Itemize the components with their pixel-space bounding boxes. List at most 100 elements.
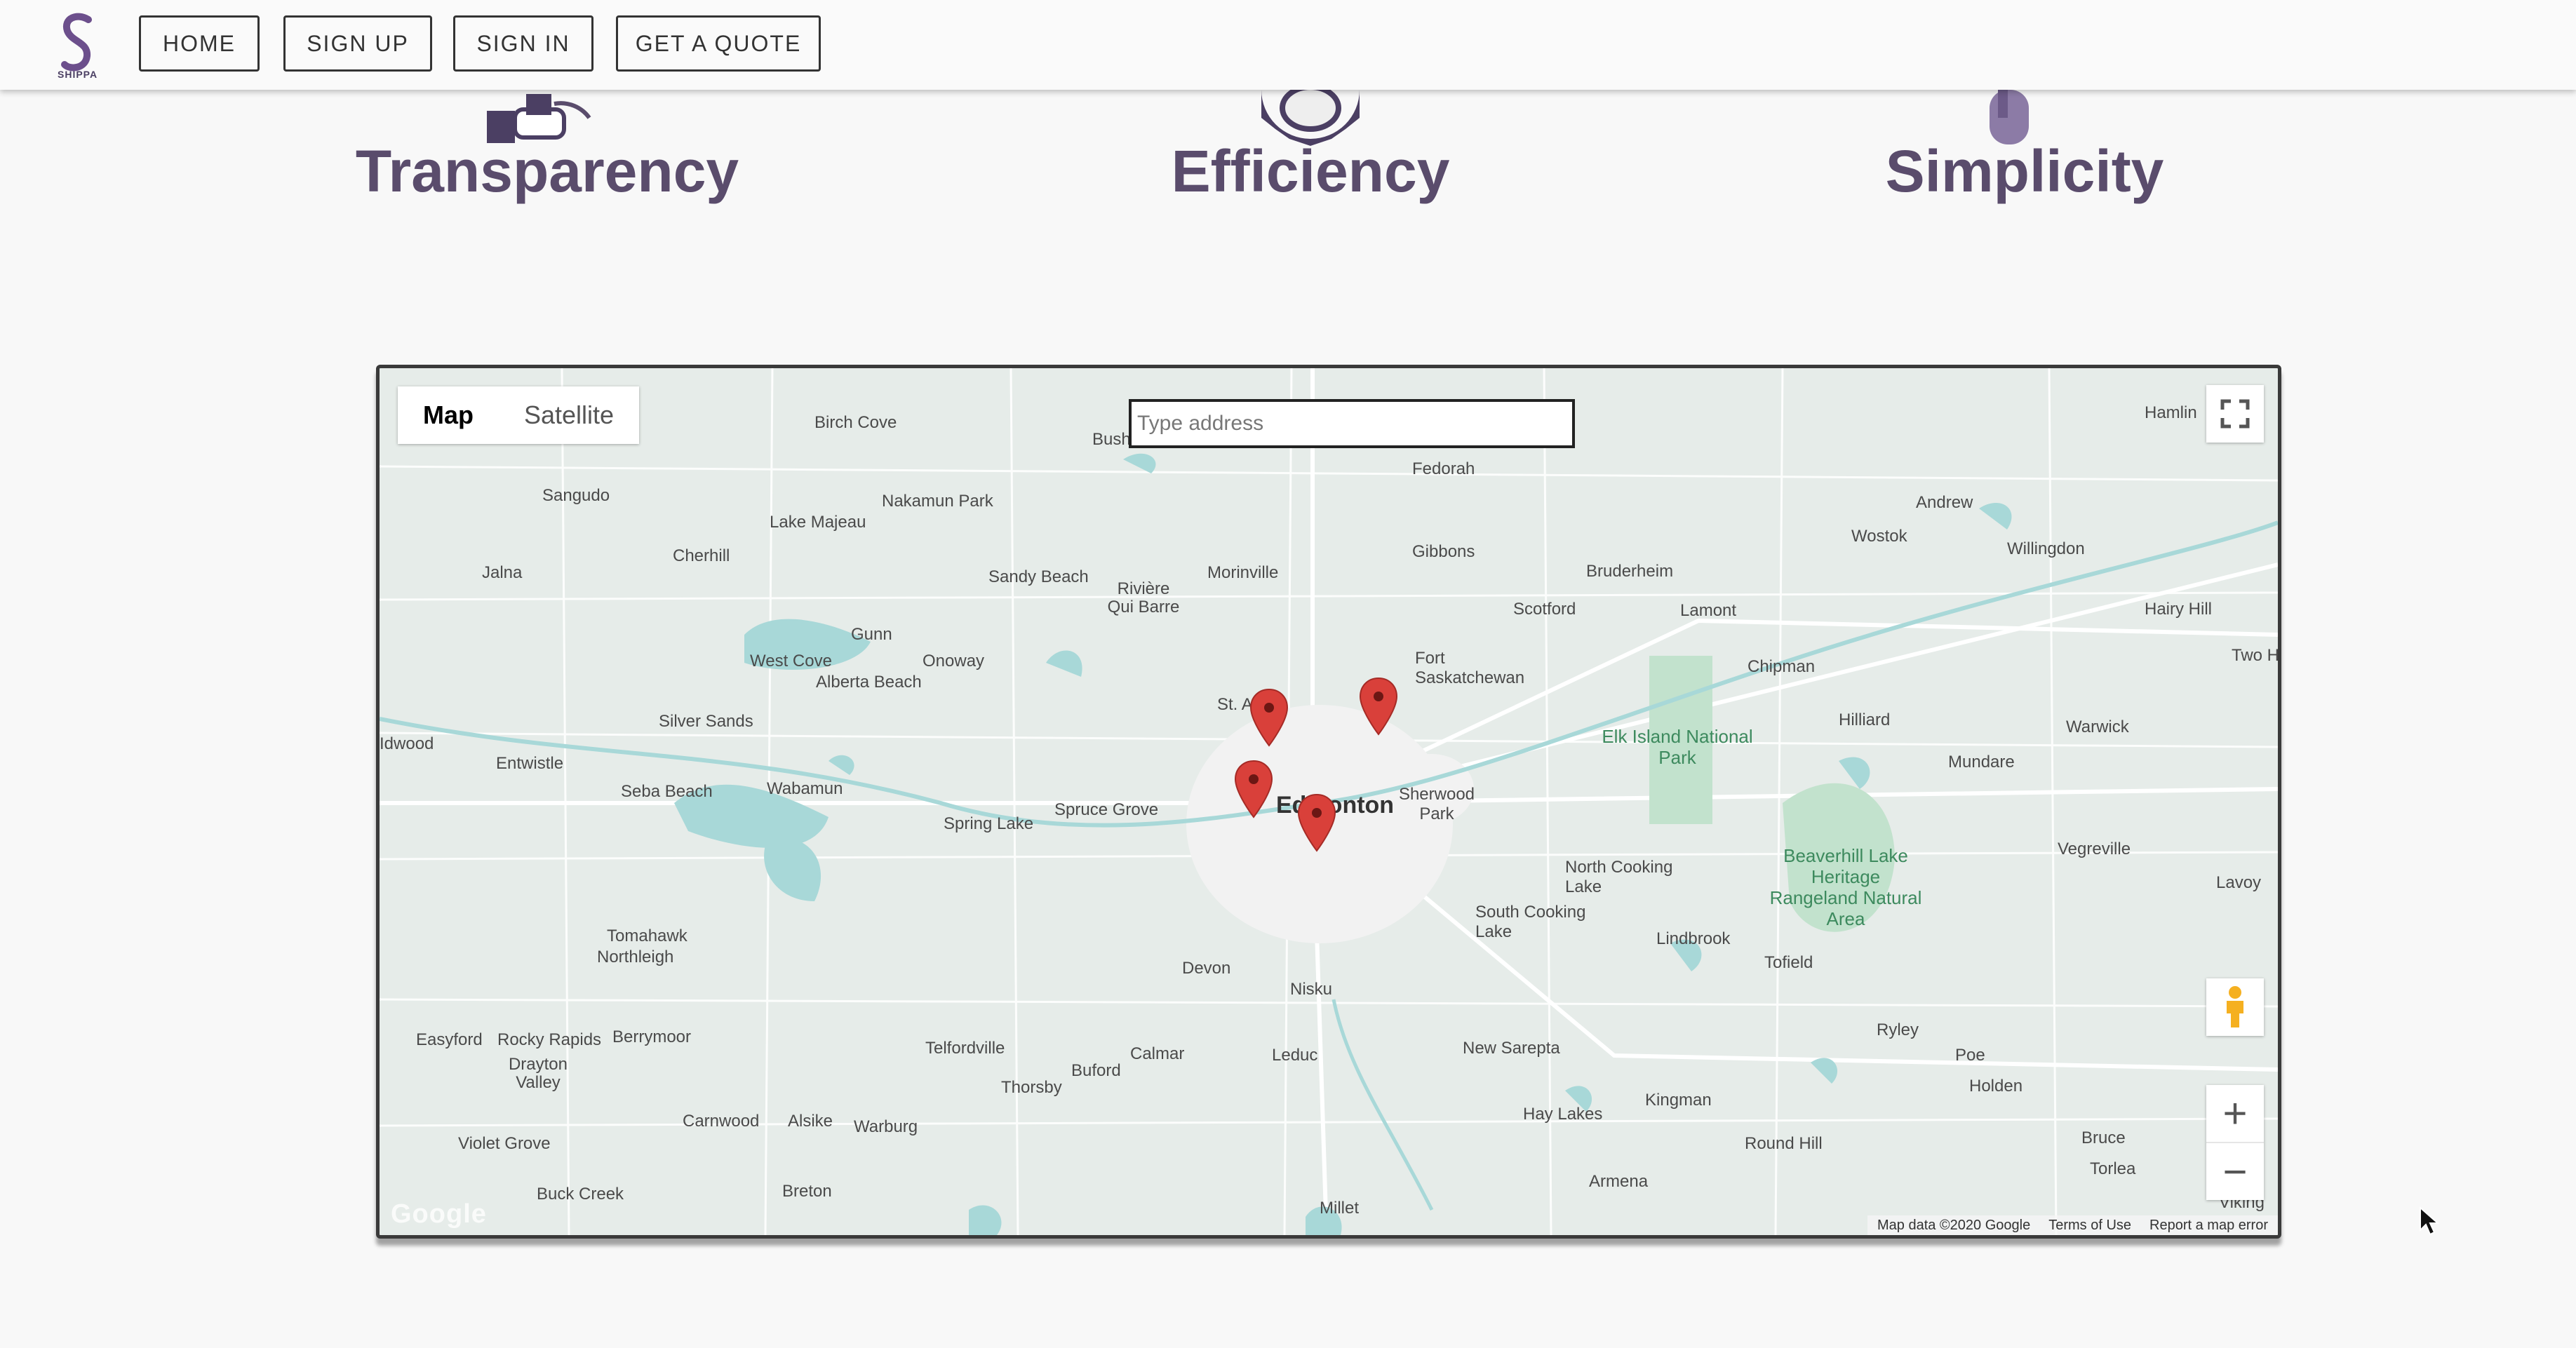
map-label-nakamun-park: Nakamun Park <box>882 492 993 511</box>
zoom-control: + − <box>2206 1085 2264 1200</box>
map-label-holden: Holden <box>1969 1077 2023 1096</box>
fullscreen-icon <box>2220 399 2250 429</box>
map-label-nisku: Nisku <box>1290 980 1333 999</box>
map-label-easyford: Easyford <box>416 1030 483 1049</box>
mouse-cursor-icon <box>2420 1206 2440 1236</box>
map-label-gibbons: Gibbons <box>1412 542 1475 561</box>
map-label-torlea: Torlea <box>2090 1159 2136 1178</box>
map-label-bruce: Bruce <box>2081 1128 2126 1147</box>
top-navbar: SHIPPA HOME SIGN UP SIGN IN GET A QUOTE <box>0 0 2576 90</box>
map-label-spruce-grove: Spruce Grove <box>1054 800 1159 819</box>
map-label-poe: Poe <box>1955 1046 1985 1065</box>
map-label-lamont: Lamont <box>1680 601 1737 620</box>
map-type-satellite-button[interactable]: Satellite <box>499 386 639 444</box>
map-label-elk-island: Elk Island National Park <box>1602 726 1753 768</box>
map-label-spring-lake: Spring Lake <box>944 814 1034 833</box>
map-label-seba-beach: Seba Beach <box>621 782 713 801</box>
sign-up-button[interactable]: SIGN UP <box>283 15 432 72</box>
map-label-morinville: Morinville <box>1207 563 1279 582</box>
feature-title-transparency: Transparency <box>355 138 739 204</box>
map-label-willingdon: Willingdon <box>2007 539 2085 558</box>
terms-of-use-link[interactable]: Terms of Use <box>2048 1218 2131 1234</box>
map-label-buck-creek: Buck Creek <box>537 1185 624 1204</box>
map-label-millet: Millet <box>1320 1199 1360 1218</box>
logo-text: SHIPPA <box>58 69 98 80</box>
map-label-tomahawk: Tomahawk <box>607 926 687 945</box>
map-label-wabamun: Wabamun <box>767 779 843 798</box>
map-type-map-button[interactable]: Map <box>398 386 499 444</box>
map-marker-icon[interactable] <box>1234 760 1273 818</box>
map-label-warburg: Warburg <box>854 1117 918 1136</box>
map-label-two-hills: Two Hills <box>2232 646 2280 665</box>
map-footer: Map data ©2020 Google Terms of Use Repor… <box>1867 1215 2278 1235</box>
map-label-kingman: Kingman <box>1645 1091 1712 1110</box>
map-label-thorsby: Thorsby <box>1001 1078 1062 1097</box>
map-label-west-cove: West Cove <box>750 652 832 670</box>
get-a-quote-button[interactable]: GET A QUOTE <box>616 15 821 72</box>
map-label-leduc: Leduc <box>1272 1046 1318 1065</box>
map-label-onoway: Onoway <box>923 652 985 670</box>
map-label-hilliard: Hilliard <box>1839 710 1891 729</box>
map-label-silver-sands: Silver Sands <box>659 712 753 731</box>
map-label-chipman: Chipman <box>1747 657 1816 676</box>
map-label-lake-majeau: Lake Majeau <box>770 513 866 532</box>
map-label-sandy-beach: Sandy Beach <box>988 567 1089 586</box>
map-label-new-sarepta: New Sarepta <box>1463 1039 1560 1058</box>
home-button[interactable]: HOME <box>139 15 260 72</box>
map-label-scotford: Scotford <box>1513 600 1576 619</box>
sign-in-button[interactable]: SIGN IN <box>453 15 593 72</box>
map-label-calmar: Calmar <box>1130 1044 1185 1063</box>
zoom-out-button[interactable]: − <box>2206 1143 2264 1200</box>
map-label-wostok: Wostok <box>1851 527 1907 546</box>
map-label-entwistle: Entwistle <box>496 754 564 773</box>
map-label-devon: Devon <box>1182 959 1231 978</box>
zoom-in-button[interactable]: + <box>2206 1085 2264 1143</box>
map-marker-icon[interactable] <box>1249 688 1289 747</box>
map-label-birch-cove: Birch Cove <box>814 413 897 432</box>
map-label-sherwood-park: Sherwood Park <box>1398 785 1475 823</box>
map-label-ryley: Ryley <box>1877 1020 1919 1039</box>
address-search-input[interactable] <box>1129 399 1575 448</box>
map-data-attribution: Map data ©2020 Google <box>1877 1217 2031 1233</box>
map-label-lavoy: Lavoy <box>2216 873 2262 892</box>
map-label-drayton-valley: Drayton Valley <box>508 1055 568 1092</box>
fullscreen-button[interactable] <box>2206 385 2264 443</box>
pegman-icon <box>2227 986 2243 1027</box>
map-label-busby: Bush <box>1092 430 1131 449</box>
map-label-armena: Armena <box>1589 1172 1649 1191</box>
map-label-bruderheim: Bruderheim <box>1586 562 1674 581</box>
map-label-vegreville: Vegreville <box>2058 840 2131 858</box>
map-label-jalna: Jalna <box>482 563 523 582</box>
map-label-rocky-rapids: Rocky Rapids <box>497 1030 602 1049</box>
map-label-beaverhill: Beaverhill Lake Heritage Rangeland Natur… <box>1769 845 1922 929</box>
report-map-error-link[interactable]: Report a map error <box>2149 1218 2268 1234</box>
map-label-buford: Buford <box>1071 1061 1121 1080</box>
map-label-violet-grove: Violet Grove <box>458 1134 551 1153</box>
map-label-mundare: Mundare <box>1948 753 2015 771</box>
feature-title-simplicity: Simplicity <box>1885 138 2164 204</box>
google-logo: Google <box>391 1199 487 1229</box>
map-label-carnwood: Carnwood <box>683 1112 760 1131</box>
map-label-alberta-beach: Alberta Beach <box>816 673 922 692</box>
street-view-pegman[interactable] <box>2206 978 2264 1036</box>
map-label-sangudo: Sangudo <box>542 486 610 505</box>
map-label-breton: Breton <box>782 1182 832 1201</box>
map-label-fedorah: Fedorah <box>1412 459 1475 478</box>
feature-title-efficiency: Efficiency <box>1171 138 1450 204</box>
map-label-berrymoor: Berrymoor <box>612 1027 692 1046</box>
map-label-alsike: Alsike <box>788 1112 833 1131</box>
map-label-tofield: Tofield <box>1764 953 1813 972</box>
map-type-control: Map Satellite <box>398 386 640 444</box>
google-map[interactable]: Birch Cove Bush Fedorah Hamlin Sangudo N… <box>376 365 2281 1239</box>
map-marker-icon[interactable] <box>1297 793 1336 852</box>
map-label-andrew: Andrew <box>1916 493 1973 512</box>
map-label-round-hill: Round Hill <box>1745 1134 1823 1153</box>
map-marker-icon[interactable] <box>1359 677 1398 736</box>
map-label-telfordville: Telfordville <box>925 1039 1005 1058</box>
map-label-south-cooking-lake: South Cooking Lake <box>1475 903 1586 941</box>
map-label-hamlin: Hamlin <box>2145 403 2197 422</box>
map-label-northleigh: Northleigh <box>597 948 674 966</box>
map-label-north-cooking-lake: North Cooking Lake <box>1565 858 1673 896</box>
map-label-idwood: Idwood <box>380 734 434 753</box>
map-label-fort-saskatchewan: Fort Saskatchewan <box>1415 649 1525 687</box>
